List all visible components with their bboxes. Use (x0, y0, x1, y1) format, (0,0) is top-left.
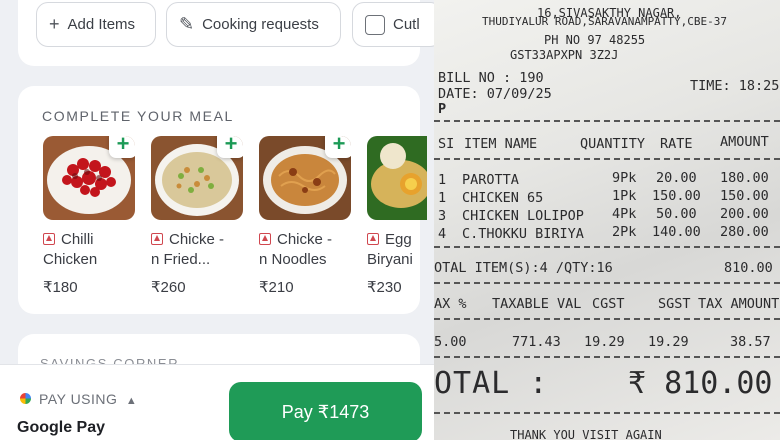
payment-method: Google Pay (17, 419, 106, 436)
row-item: C.THOKKU BIRIYA (462, 226, 584, 242)
food-image[interactable]: + (259, 136, 351, 220)
grand-total-label: OTAL : (434, 366, 549, 401)
pay-using-selector[interactable]: PAY USING ▲ (20, 391, 137, 407)
row-si: 1 (438, 190, 447, 206)
meal-name: Chicke - n Fried... (151, 231, 225, 268)
bill-time: TIME: 18:25 (690, 78, 780, 94)
divider (434, 282, 780, 284)
meal-item[interactable]: + Chilli Chicken ₹180 (43, 136, 135, 296)
non-veg-icon (151, 233, 163, 245)
order-actions-card: + Add Items ✎ Cooking requests Cutl (18, 0, 434, 66)
caret-up-icon: ▲ (125, 395, 138, 407)
tax-header: TAXABLE VAL (492, 296, 582, 312)
row-rate: 20.00 (656, 170, 697, 186)
meal-item[interactable]: + Chicke - n Noodles ₹210 (259, 136, 351, 296)
tax-header: SGST (658, 296, 691, 312)
meal-price: ₹230 (367, 279, 402, 296)
row-qty: 4Pk (612, 206, 637, 222)
row-qty: 2Pk (612, 224, 637, 240)
col-header: RATE (660, 136, 693, 152)
complete-your-meal-card: COMPLETE YOUR MEAL + Chilli Chicken ₹180… (18, 86, 427, 314)
row-qty: 1Pk (612, 188, 637, 204)
row-rate: 140.00 (652, 224, 701, 240)
tax-header: TAX AMOUNT (698, 296, 780, 312)
tax-header: CGST (592, 296, 625, 312)
food-app-checkout: + Add Items ✎ Cooking requests Cutl COMP… (0, 0, 434, 440)
row-qty: 9Pk (612, 170, 637, 186)
add-plus-icon[interactable]: + (109, 136, 135, 158)
meal-price: ₹260 (151, 279, 186, 296)
divider (434, 120, 780, 122)
receipt-photo: 16,SIVASAKTHY NAGAR, THUDIYALUR ROAD,SAR… (434, 0, 780, 440)
add-items-button[interactable]: + Add Items (36, 2, 156, 47)
row-amount: 180.00 (720, 170, 769, 186)
checkbox-icon[interactable] (365, 14, 385, 35)
col-header: SI (438, 136, 455, 152)
meal-price: ₹180 (43, 279, 78, 296)
row-amount: 200.00 (720, 206, 769, 222)
cutlery-label: Cutl (393, 16, 420, 33)
row-si: 4 (438, 226, 447, 242)
google-pay-icon (20, 393, 31, 404)
row-item: CHICKEN LOLIPOP (462, 208, 584, 224)
divider (434, 246, 780, 248)
non-veg-icon (259, 233, 271, 245)
payment-bar: PAY USING ▲ Google Pay Pay ₹1473 (0, 364, 434, 440)
food-image[interactable]: + (151, 136, 243, 220)
tax-value: 38.57 (730, 334, 771, 350)
row-item: PAROTTA (462, 172, 519, 188)
cooking-requests-button[interactable]: ✎ Cooking requests (166, 2, 341, 47)
cooking-requests-label: Cooking requests (202, 16, 319, 33)
row-rate: 150.00 (652, 188, 701, 204)
row-amount: 280.00 (720, 224, 769, 240)
meal-price: ₹210 (259, 279, 294, 296)
bill-number: BILL NO : 190 (438, 70, 544, 86)
tax-value: 19.29 (584, 334, 625, 350)
divider (434, 318, 780, 320)
tax-value: 771.43 (512, 334, 561, 350)
receipt-address: THUDIYALUR ROAD,SARAVANAMPATTY,CBE-37 (482, 15, 728, 28)
food-image[interactable]: + (43, 136, 135, 220)
food-image[interactable] (367, 136, 427, 220)
row-item: CHICKEN 65 (462, 190, 544, 206)
plus-icon: + (49, 14, 60, 34)
non-veg-icon (367, 233, 379, 245)
row-si: 1 (438, 172, 447, 188)
receipt-footer: THANK YOU VISIT AGAIN (510, 428, 662, 440)
divider (434, 412, 780, 414)
total-items: OTAL ITEM(S):4 /QTY:16 (434, 260, 613, 276)
cutlery-checkbox[interactable]: Cutl (352, 2, 434, 47)
meal-name: Chilli Chicken (43, 231, 98, 268)
meal-item[interactable]: + Chicke - n Fried... ₹260 (151, 136, 243, 296)
tax-value: 19.29 (648, 334, 689, 350)
add-plus-icon[interactable]: + (217, 136, 243, 158)
col-header: QUANTITY (580, 136, 646, 152)
col-header: ITEM NAME (464, 136, 538, 152)
receipt-phone: PH NO 97 48255 (544, 33, 646, 47)
grand-total-value: ₹ 810.00 (628, 366, 773, 401)
row-si: 3 (438, 208, 447, 224)
tax-header: AX % (434, 296, 467, 312)
row-amount: 150.00 (720, 188, 769, 204)
row-rate: 50.00 (656, 206, 697, 222)
tax-value: 5.00 (434, 334, 467, 350)
meal-item[interactable]: Egg Biryani ₹230 (367, 136, 427, 296)
meal-name: Chicke - n Noodles (259, 231, 333, 268)
pencil-icon: ✎ (179, 14, 195, 34)
divider (434, 356, 780, 358)
divider (434, 158, 780, 160)
total-items-amount: 810.00 (724, 260, 773, 276)
receipt-gst: GST33APXPN 3Z2J (510, 48, 619, 62)
add-plus-icon[interactable]: + (325, 136, 351, 158)
add-items-label: Add Items (67, 16, 136, 33)
section-title: COMPLETE YOUR MEAL (42, 108, 234, 124)
pay-button[interactable]: Pay ₹1473 (229, 382, 422, 440)
non-veg-icon (43, 233, 55, 245)
meal-name: Egg Biryani (367, 231, 413, 268)
col-header: AMOUNT (720, 134, 769, 150)
bill-type: P (438, 101, 447, 117)
bill-date: DATE: 07/09/25 (438, 86, 552, 102)
